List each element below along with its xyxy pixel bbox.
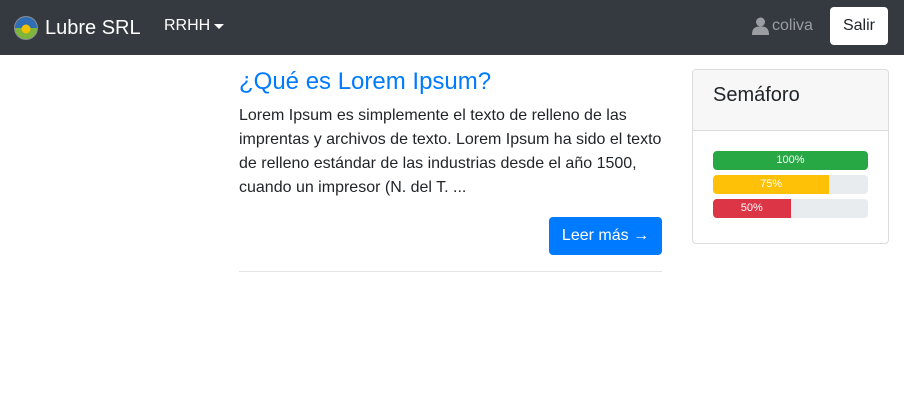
post-divider: [239, 271, 662, 272]
progress-fill-green: 100%: [713, 151, 868, 170]
brand-link[interactable]: Lubre SRL: [13, 13, 141, 43]
semaforo-card: Semáforo 100% 75% 50%: [692, 69, 889, 244]
rrhh-dropdown-label: RRHH: [164, 17, 211, 34]
progress-fill-red: 50%: [713, 199, 791, 218]
brand-logo-icon: [14, 16, 38, 40]
post: ¿Qué es Lorem Ipsum? Lorem Ipsum es simp…: [239, 68, 662, 255]
user-menu[interactable]: coliva: [752, 16, 813, 36]
rrhh-dropdown[interactable]: RRHH: [164, 16, 225, 36]
progress-bar-yellow: 75%: [713, 175, 868, 194]
semaforo-title: Semáforo: [713, 84, 800, 106]
post-title-link[interactable]: ¿Qué es Lorem Ipsum?: [239, 68, 662, 96]
progress-fill-yellow: 75%: [713, 175, 830, 194]
read-more-button[interactable]: Leer más →: [549, 217, 662, 255]
caret-down-icon: [214, 24, 225, 29]
semaforo-header: Semáforo: [693, 70, 888, 131]
brand-name: Lubre SRL: [45, 17, 141, 39]
navbar: Lubre SRL RRHH coliva Salir: [0, 0, 904, 55]
username: coliva: [772, 17, 813, 34]
progress-bar-green: 100%: [713, 151, 868, 170]
user-icon: [752, 17, 769, 35]
post-excerpt: Lorem Ipsum es simplemente el texto de r…: [239, 107, 662, 196]
logout-button[interactable]: Salir: [830, 7, 888, 45]
progress-bar-red: 50%: [713, 199, 868, 218]
